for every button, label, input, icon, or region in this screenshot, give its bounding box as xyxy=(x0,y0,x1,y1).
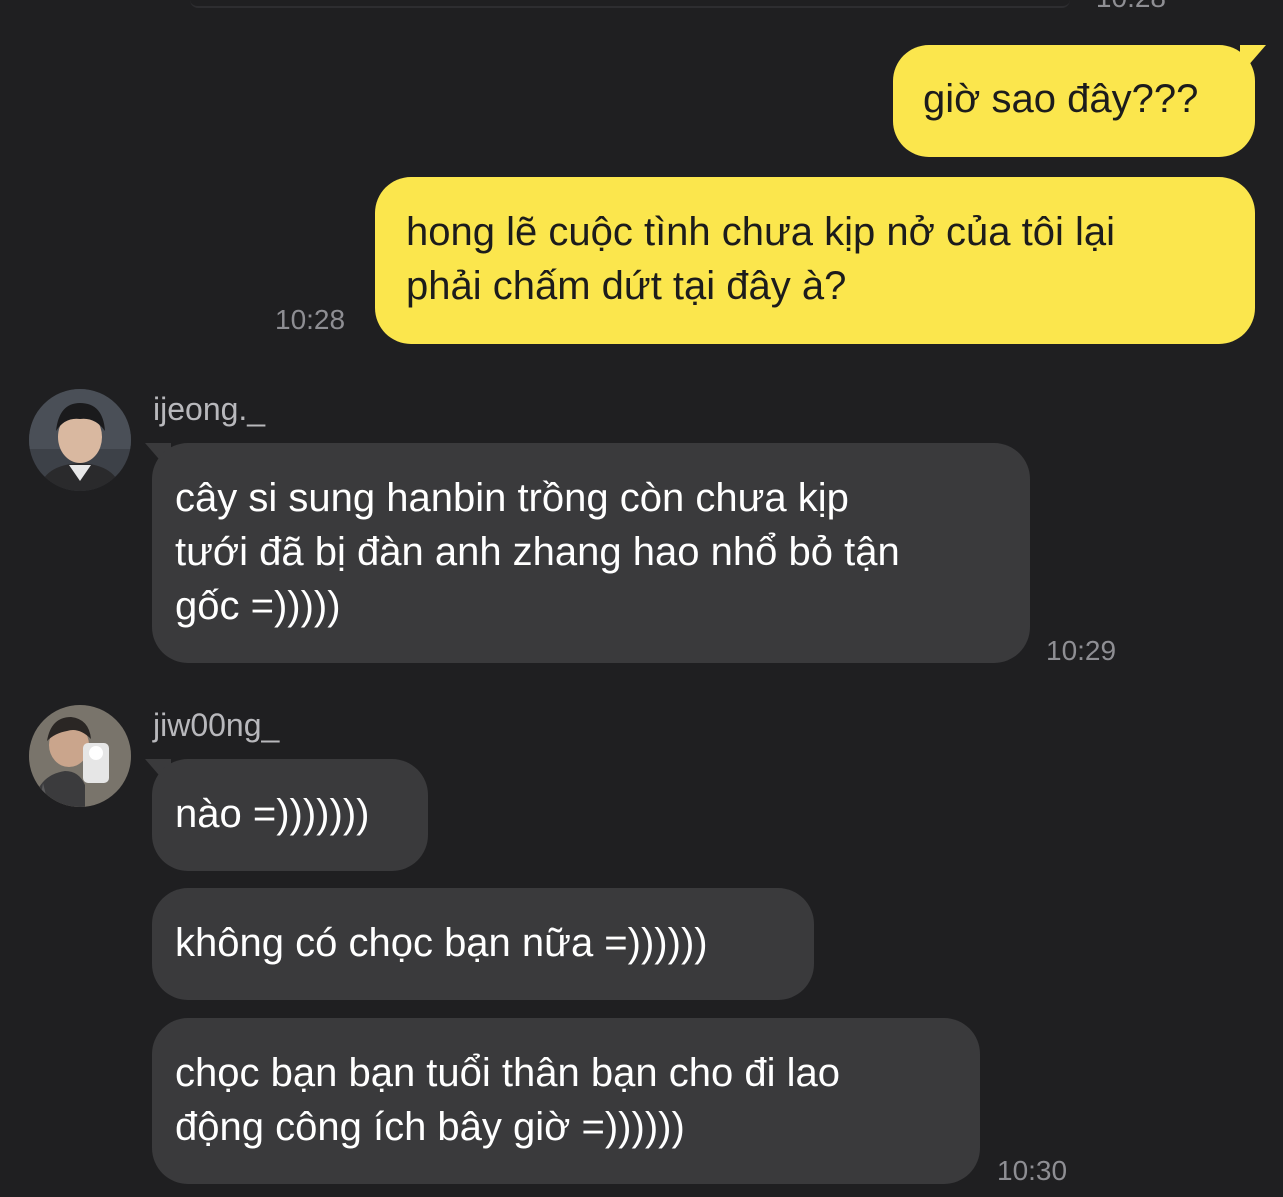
sender-name: jiw00ng_ xyxy=(153,707,280,743)
user-avatar-icon xyxy=(29,389,131,491)
user-avatar-icon xyxy=(29,705,131,807)
previous-message-edge xyxy=(190,0,1070,8)
incoming-message-bubble[interactable]: không có chọc bạn nữa =)))))) xyxy=(152,888,814,1000)
message-time: 10:29 xyxy=(1046,635,1117,666)
outgoing-message-bubble[interactable]: giờ sao đây??? xyxy=(893,45,1255,157)
message-time: 10:28 xyxy=(275,304,346,335)
incoming-message-bubble[interactable]: chọc bạn bạn tuổi thân bạn cho đi lao độ… xyxy=(152,1018,980,1184)
incoming-message-bubble[interactable]: cây si sung hanbin trồng còn chưa kịp tư… xyxy=(152,443,1030,663)
sender-name: ijeong._ xyxy=(153,391,266,427)
outgoing-message-bubble[interactable]: hong lẽ cuộc tình chưa kịp nở của tôi lạ… xyxy=(375,177,1255,344)
sender-avatar[interactable] xyxy=(29,389,131,491)
message-time: 10:30 xyxy=(997,1155,1068,1186)
sender-avatar[interactable] xyxy=(29,705,131,807)
message-time: 10:28 xyxy=(1096,0,1166,14)
incoming-message-bubble[interactable]: nào =))))))) xyxy=(152,759,428,871)
chat-message-list[interactable]: 10:28 giờ sao đây??? hong lẽ cuộc tình c… xyxy=(0,0,1283,1197)
